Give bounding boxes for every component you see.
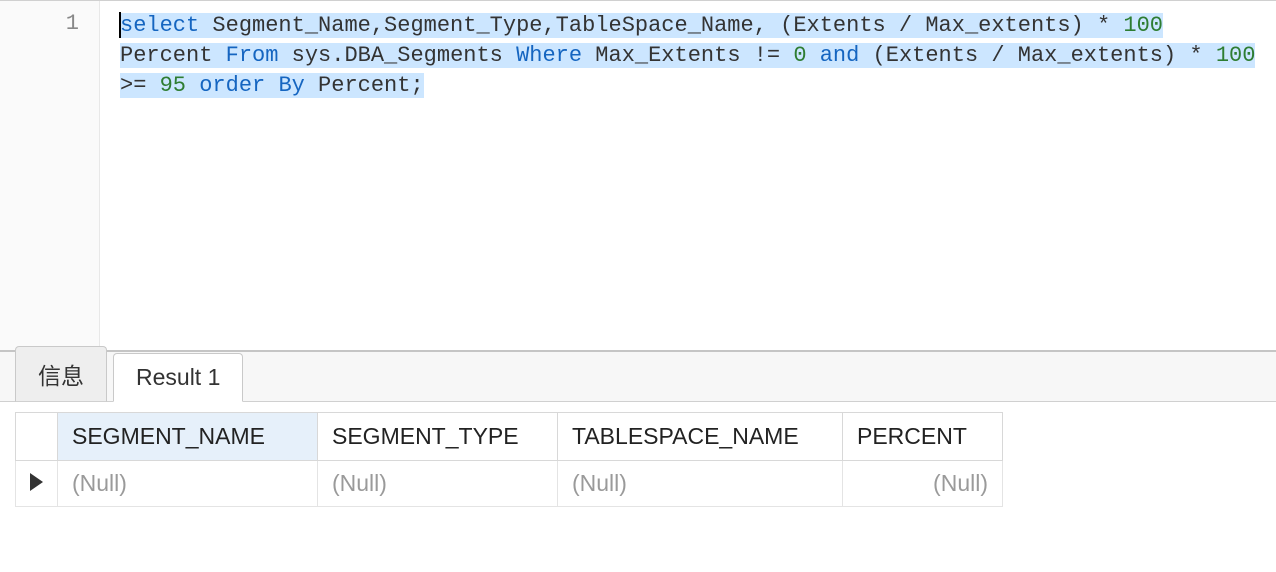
header-row: SEGMENT_NAME SEGMENT_TYPE TABLESPACE_NAM…	[16, 413, 1003, 461]
num-literal: 0	[793, 43, 806, 68]
current-row-icon	[30, 473, 43, 491]
kw-and: and	[820, 43, 860, 68]
sql-text	[807, 43, 820, 68]
row-indicator-header	[16, 413, 58, 461]
sql-text: (Extents / Max_extents) *	[859, 43, 1215, 68]
kw-select: select	[120, 13, 199, 38]
sql-text: >=	[120, 73, 160, 98]
kw-by: By	[278, 73, 304, 98]
kw-order: order	[199, 73, 265, 98]
col-header-segment-type[interactable]: SEGMENT_TYPE	[318, 413, 558, 461]
sql-text: Percent;	[305, 73, 424, 98]
line-number: 1	[0, 11, 79, 36]
col-header-percent[interactable]: PERCENT	[843, 413, 1003, 461]
cell-segment-name[interactable]: (Null)	[58, 461, 318, 507]
kw-from: From	[226, 43, 279, 68]
tab-messages[interactable]: 信息	[15, 346, 107, 402]
cell-segment-type[interactable]: (Null)	[318, 461, 558, 507]
num-literal: 100	[1123, 13, 1163, 38]
line-gutter: 1	[0, 1, 100, 350]
tab-result-1[interactable]: Result 1	[113, 353, 243, 402]
sql-text: Segment_Name,Segment_Type,TableSpace_Nam…	[199, 13, 1123, 38]
code-pane[interactable]: select Segment_Name,Segment_Type,TableSp…	[100, 1, 1276, 350]
result-grid[interactable]: SEGMENT_NAME SEGMENT_TYPE TABLESPACE_NAM…	[15, 412, 1003, 507]
col-header-tablespace-name[interactable]: TABLESPACE_NAME	[558, 413, 843, 461]
table-row[interactable]: (Null) (Null) (Null) (Null)	[16, 461, 1003, 507]
result-tabs: 信息 Result 1	[0, 352, 1276, 402]
sql-text: sys.DBA_Segments	[278, 43, 516, 68]
sql-text: Percent	[120, 43, 226, 68]
cell-percent[interactable]: (Null)	[843, 461, 1003, 507]
sql-text	[265, 73, 278, 98]
text-cursor	[119, 12, 121, 38]
sql-editor[interactable]: 1 select Segment_Name,Segment_Type,Table…	[0, 0, 1276, 350]
num-literal: 95	[160, 73, 186, 98]
col-header-segment-name[interactable]: SEGMENT_NAME	[58, 413, 318, 461]
sql-text	[186, 73, 199, 98]
sql-statement[interactable]: select Segment_Name,Segment_Type,TableSp…	[120, 11, 1266, 101]
kw-where: Where	[516, 43, 582, 68]
row-indicator[interactable]	[16, 461, 58, 507]
sql-text: Max_Extents !=	[582, 43, 793, 68]
cell-tablespace-name[interactable]: (Null)	[558, 461, 843, 507]
num-literal: 100	[1216, 43, 1256, 68]
result-area: 信息 Result 1 SEGMENT_NAME SEGMENT_TYPE TA…	[0, 350, 1276, 507]
